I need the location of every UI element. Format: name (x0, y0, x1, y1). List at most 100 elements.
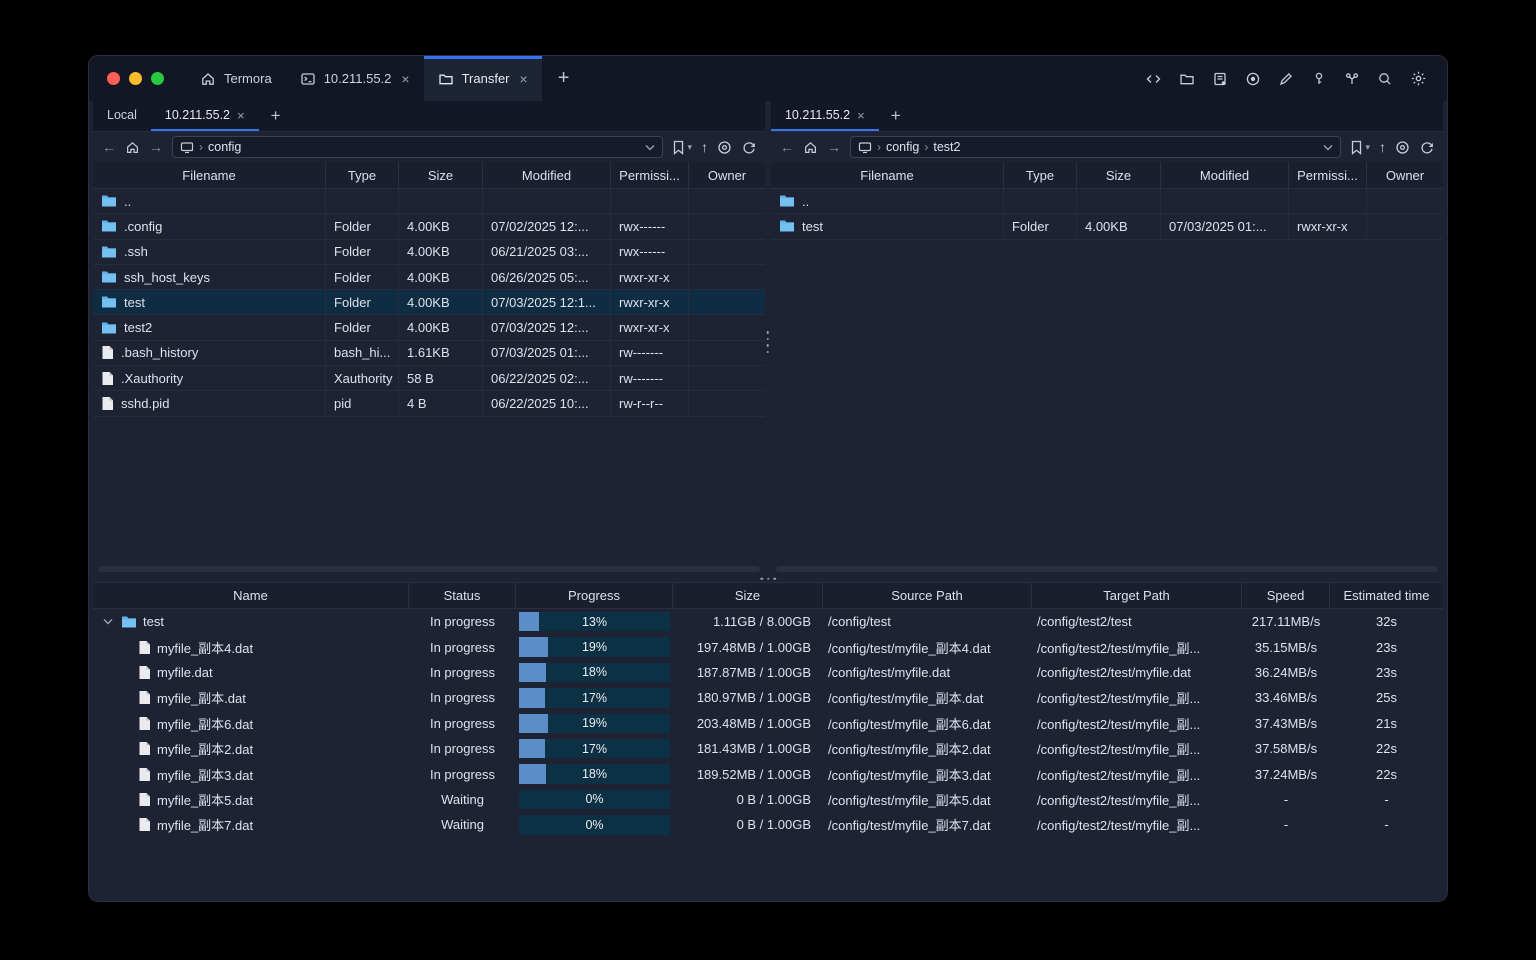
file-row[interactable]: .Xauthority Xauthority 58 B 06/22/2025 02:.… (93, 366, 765, 392)
column-header[interactable]: Progress (516, 583, 673, 608)
column-header[interactable]: Type (326, 162, 399, 188)
column-header[interactable]: Type (1004, 162, 1077, 188)
tab-host[interactable]: 10.211.55.2 × (286, 56, 424, 101)
home-button[interactable] (125, 140, 140, 155)
close-window-button[interactable] (107, 72, 120, 85)
key-icon[interactable] (1311, 71, 1327, 87)
column-header[interactable]: Permissi... (1289, 162, 1367, 188)
file-row[interactable]: sshd.pid pid 4 B 06/22/2025 10:... rw-r--r-- (93, 391, 765, 417)
path-segment[interactable]: config (886, 140, 919, 154)
column-header[interactable]: Size (673, 583, 823, 608)
column-header[interactable]: Filename (93, 162, 326, 188)
column-header[interactable]: Filename (771, 162, 1004, 188)
refresh-button[interactable] (741, 140, 756, 155)
chevron-down-icon[interactable] (1323, 144, 1333, 151)
transfer-row[interactable]: test In progress 13% 1.11GB / 8.00GB/config… (93, 609, 1443, 634)
path-segment[interactable]: config (208, 140, 241, 154)
upload-button[interactable]: ↑ (1379, 139, 1386, 155)
transfer-row[interactable]: myfile_副本4.dat In progress 19% 197.48MB / 1… (93, 634, 1443, 659)
edit-icon[interactable] (1278, 71, 1294, 87)
back-button[interactable]: ← (780, 139, 794, 155)
folder-icon (101, 219, 117, 233)
speed-cell: 37.43MB/s (1254, 715, 1318, 731)
close-icon[interactable]: × (401, 71, 409, 87)
file-row[interactable]: test Folder 4.00KB 07/03/2025 12:1... rwxr-x… (93, 290, 765, 316)
new-tab-button[interactable]: + (542, 56, 586, 101)
panel-tab[interactable]: 10.211.55.2 × (770, 101, 879, 131)
close-icon[interactable]: × (520, 71, 528, 87)
horizontal-scrollbar[interactable] (98, 566, 760, 572)
path-input[interactable]: › config (172, 136, 664, 158)
transfer-row[interactable]: myfile_副本3.dat In progress 18% 189.52MB / 1… (93, 761, 1443, 786)
log-icon[interactable] (1212, 71, 1228, 87)
file-row[interactable]: ssh_host_keys Folder 4.00KB 06/26/2025 05:.… (93, 264, 765, 291)
upload-button[interactable]: ↑ (701, 139, 708, 155)
transfer-row[interactable]: myfile_副本.dat In progress 17% 180.97MB / 1.… (93, 685, 1443, 710)
filename-cell: .config (93, 214, 326, 239)
file-row[interactable]: .bash_history bash_hi... 1.61KB 07/03/2025 … (93, 340, 765, 367)
refresh-button[interactable] (1419, 140, 1434, 155)
back-button[interactable]: ← (102, 139, 116, 155)
code-icon[interactable] (1145, 71, 1162, 87)
transfer-row[interactable]: myfile_副本2.dat In progress 17% 181.43MB / 1… (93, 736, 1443, 761)
panel-tab[interactable]: 10.211.55.2 × (150, 101, 259, 131)
settings-icon[interactable] (1410, 70, 1427, 87)
tab-termora[interactable]: Termora (186, 56, 286, 101)
column-header[interactable]: Source Path (823, 583, 1032, 608)
path-segment[interactable]: test2 (933, 140, 960, 154)
bookmark-button[interactable]: ▾ (1350, 140, 1370, 155)
column-header[interactable]: Modified (1161, 162, 1289, 188)
column-header[interactable]: Modified (483, 162, 611, 188)
chevron-down-icon[interactable] (645, 144, 655, 151)
transfer-row[interactable]: myfile.dat In progress 18% 187.87MB / 1.00G… (93, 660, 1443, 685)
panel-new-tab-button[interactable]: + (879, 101, 913, 131)
column-header[interactable]: Name (93, 583, 409, 608)
path-input[interactable]: › config › test2 (849, 136, 1342, 158)
progress-label: 17% (581, 741, 608, 756)
transfer-row[interactable]: myfile_副本5.dat Waiting 0% 0 B / 1.00GB/conf… (93, 787, 1443, 812)
name-cell: myfile.dat (93, 660, 409, 685)
minimize-window-button[interactable] (129, 72, 142, 85)
expand-chevron-icon[interactable] (101, 618, 115, 625)
panel-new-tab-button[interactable]: + (259, 101, 293, 131)
search-icon[interactable] (1377, 71, 1393, 87)
column-header[interactable]: Target Path (1032, 583, 1242, 608)
column-header[interactable]: Status (409, 583, 516, 608)
column-header[interactable]: Size (1077, 162, 1161, 188)
close-icon[interactable]: × (237, 108, 245, 123)
forward-button[interactable]: → (827, 139, 841, 155)
file-row[interactable]: .config Folder 4.00KB 07/02/2025 12:... rwx-… (93, 214, 765, 240)
folder-icon (101, 295, 117, 309)
file-panels: Local 10.211.55.2 × + ← → › config ▾ ↑ Filename T… (93, 101, 1443, 575)
column-header[interactable]: Owner (689, 162, 765, 188)
show-hidden-files-button[interactable] (1395, 140, 1410, 155)
transfer-row[interactable]: myfile_副本7.dat Waiting 0% 0 B / 1.00GB/conf… (93, 812, 1443, 837)
transfer-row[interactable]: myfile_副本6.dat In progress 19% 203.48MB / 1… (93, 711, 1443, 736)
keychain-icon[interactable] (1344, 71, 1360, 87)
type-cell: Folder (326, 239, 399, 264)
bookmark-button[interactable]: ▾ (672, 140, 692, 155)
horizontal-splitter[interactable] (93, 575, 1443, 582)
horizontal-scrollbar[interactable] (775, 566, 1438, 572)
tab-transfer[interactable]: Transfer × (423, 56, 542, 101)
file-row[interactable]: .. (93, 189, 765, 215)
close-icon[interactable]: × (857, 108, 865, 123)
forward-button[interactable]: → (149, 139, 163, 155)
file-row[interactable]: test2 Folder 4.00KB 07/03/2025 12:... rwxr-x… (93, 315, 765, 341)
file-row[interactable]: .. (770, 189, 1443, 215)
folder-icon[interactable] (1179, 71, 1195, 87)
record-icon[interactable] (1245, 71, 1261, 87)
panel-tab[interactable]: Local (93, 101, 151, 131)
filename-label: ssh_host_keys (124, 269, 210, 285)
file-row[interactable]: .ssh Folder 4.00KB 06/21/2025 03:... rwx----… (93, 239, 765, 265)
column-header[interactable]: Owner (1367, 162, 1443, 188)
home-button[interactable] (803, 140, 818, 155)
column-header[interactable]: Size (399, 162, 483, 188)
column-header[interactable]: Speed (1242, 583, 1330, 608)
zoom-window-button[interactable] (151, 72, 164, 85)
column-header[interactable]: Permissi... (611, 162, 689, 188)
file-row[interactable]: test Folder 4.00KB 07/03/2025 01:... rwxr-xr… (770, 214, 1443, 240)
owner-cell (689, 189, 765, 213)
column-header[interactable]: Estimated time (1330, 583, 1443, 608)
show-hidden-files-button[interactable] (717, 140, 732, 155)
